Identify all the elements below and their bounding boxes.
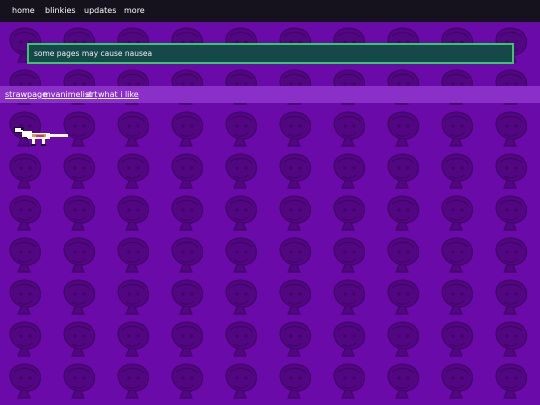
background-pattern (0, 22, 540, 405)
warning-text: some pages may cause nausea (34, 49, 153, 58)
nav-more[interactable]: more (124, 6, 145, 16)
nav-blinkies[interactable]: blinkies (45, 6, 76, 16)
dinosaur-pixel-icon (14, 127, 68, 146)
link-strawpage[interactable]: strawpage (5, 90, 47, 100)
nav-updates[interactable]: updates (84, 6, 116, 16)
link-bar: strawpage mvanimelist art what i like (0, 86, 540, 103)
link-art[interactable]: art (86, 90, 97, 100)
warning-box: some pages may cause nausea (27, 43, 514, 64)
link-mvanimelist[interactable]: mvanimelist (43, 90, 92, 100)
link-what-i-like[interactable]: what i like (98, 90, 139, 100)
nav-home[interactable]: home (12, 6, 35, 16)
top-nav: home blinkies updates more (0, 0, 540, 22)
